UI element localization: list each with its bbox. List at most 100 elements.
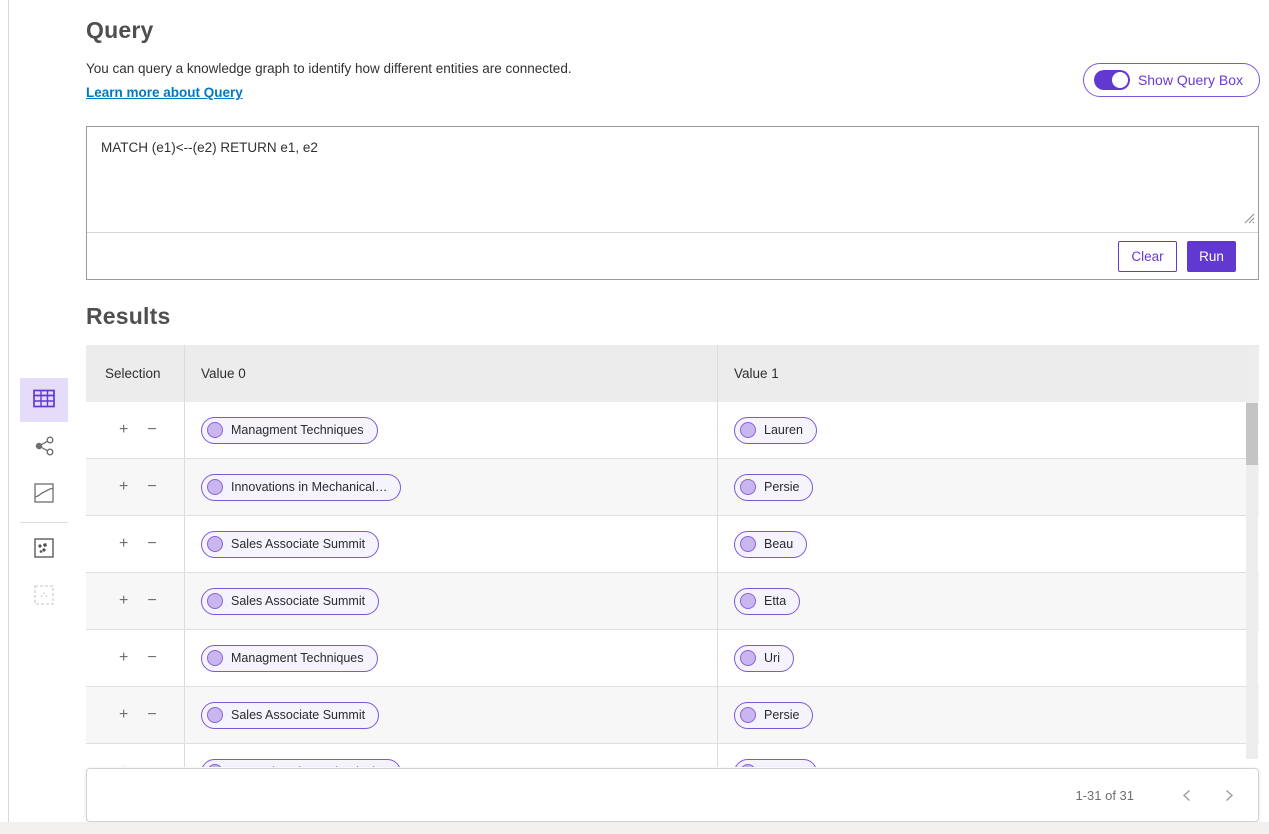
add-selection-button[interactable]: + <box>119 650 128 666</box>
query-editor-area: MATCH (e1)<--(e2) RETURN e1, e2 <box>87 127 1258 233</box>
selection-cell: + − <box>86 459 185 515</box>
entity-node-icon <box>207 707 223 723</box>
add-selection-button[interactable]: + <box>119 422 128 438</box>
value0-cell: Managment Techniques <box>185 402 718 458</box>
page-description: You can query a knowledge graph to ident… <box>86 61 572 76</box>
add-selection-button[interactable]: + <box>119 479 128 495</box>
show-query-box-toggle[interactable]: Show Query Box <box>1083 63 1260 97</box>
table-view-button[interactable] <box>20 378 68 422</box>
value0-cell: Sales Associate Summit <box>185 516 718 572</box>
previous-page-button[interactable] <box>1176 785 1197 806</box>
entity-pill[interactable]: Sales Associate Summit <box>201 702 379 729</box>
table-row: + − Innovations in Mechanical… Lauren <box>86 744 1259 767</box>
toggle-label: Show Query Box <box>1138 72 1243 88</box>
add-selection-button[interactable]: + <box>119 707 128 723</box>
add-selection-button[interactable]: + <box>119 593 128 609</box>
value1-cell: Lauren <box>718 744 1259 767</box>
table-row: + − Sales Associate Summit Etta <box>86 573 1259 630</box>
remove-selection-button[interactable]: − <box>147 593 156 609</box>
entity-label: Lauren <box>764 423 803 437</box>
next-page-button[interactable] <box>1219 785 1240 806</box>
resize-handle-icon[interactable] <box>1244 211 1255 229</box>
query-input[interactable]: MATCH (e1)<--(e2) RETURN e1, e2 <box>87 127 1258 232</box>
map-view-icon <box>34 483 54 506</box>
results-title: Results <box>86 303 170 330</box>
entity-node-icon <box>207 479 223 495</box>
entity-pill[interactable]: Persie <box>734 702 813 729</box>
value1-cell: Persie <box>718 687 1259 743</box>
selection-cell: + − <box>86 516 185 572</box>
entity-node-icon <box>740 764 756 767</box>
entity-pill[interactable]: Beau <box>734 531 807 558</box>
value1-cell: Persie <box>718 459 1259 515</box>
value1-cell: Lauren <box>718 402 1259 458</box>
results-view-sidebar <box>20 378 68 621</box>
table-scrollbar-track[interactable] <box>1246 347 1258 759</box>
remove-selection-button[interactable]: − <box>147 422 156 438</box>
entity-pill[interactable]: Managment Techniques <box>201 645 378 672</box>
remove-selection-button[interactable]: − <box>147 650 156 666</box>
table-scrollbar-thumb[interactable] <box>1246 403 1258 465</box>
map-view-button[interactable] <box>20 472 68 516</box>
entity-node-icon <box>207 764 223 767</box>
results-table: Selection Value 0 Value 1 + − Managment … <box>86 345 1259 767</box>
entity-node-icon <box>740 479 756 495</box>
link-chart-view-icon <box>34 436 55 459</box>
entity-label: Sales Associate Summit <box>231 708 365 722</box>
remove-selection-button[interactable]: − <box>147 479 156 495</box>
entity-pill[interactable]: Lauren <box>734 759 817 768</box>
toggle-switch[interactable] <box>1094 70 1130 90</box>
entity-pill[interactable]: Managment Techniques <box>201 417 378 444</box>
entity-label: Sales Associate Summit <box>231 594 365 608</box>
entity-pill[interactable]: Lauren <box>734 417 817 444</box>
learn-more-link[interactable]: Learn more about Query <box>86 85 243 100</box>
value1-cell: Beau <box>718 516 1259 572</box>
entity-pill[interactable]: Sales Associate Summit <box>201 531 379 558</box>
entity-node-icon <box>740 650 756 666</box>
entity-node-icon <box>207 422 223 438</box>
entity-label: Managment Techniques <box>231 423 364 437</box>
toggle-knob <box>1112 72 1128 88</box>
value0-cell: Innovations in Mechanical… <box>185 459 718 515</box>
entity-node-icon <box>207 650 223 666</box>
run-button[interactable]: Run <box>1187 241 1236 272</box>
entity-pill[interactable]: Persie <box>734 474 813 501</box>
pagination-bar: 1-31 of 31 <box>86 768 1259 822</box>
value1-cell: Etta <box>718 573 1259 629</box>
table-body: + − Managment Techniques Lauren + − Inno… <box>86 402 1259 767</box>
add-selection-button[interactable]: + <box>119 536 128 552</box>
table-row: + − Managment Techniques Uri <box>86 630 1259 687</box>
entity-label: Beau <box>764 537 793 551</box>
link-chart-view-button[interactable] <box>20 425 68 469</box>
value0-cell: Sales Associate Summit <box>185 573 718 629</box>
value0-cell: Innovations in Mechanical… <box>185 744 718 767</box>
entity-label: Uri <box>764 651 780 665</box>
entity-pill[interactable]: Etta <box>734 588 800 615</box>
add-to-map-button[interactable] <box>20 527 68 571</box>
entity-label: Innovations in Mechanical… <box>231 765 387 767</box>
value1-cell: Uri <box>718 630 1259 686</box>
entity-label: Etta <box>764 594 786 608</box>
value0-cell: Sales Associate Summit <box>185 687 718 743</box>
column-header-value0: Value 0 <box>185 345 718 402</box>
panel-divider <box>8 0 9 822</box>
entity-pill[interactable]: Uri <box>734 645 794 672</box>
entity-node-icon <box>740 707 756 723</box>
selection-cell: + − <box>86 573 185 629</box>
entity-pill[interactable]: Sales Associate Summit <box>201 588 379 615</box>
value0-cell: Managment Techniques <box>185 630 718 686</box>
add-to-map-icon <box>34 538 54 561</box>
clear-button[interactable]: Clear <box>1118 241 1177 272</box>
entity-pill[interactable]: Innovations in Mechanical… <box>201 474 401 501</box>
entity-node-icon <box>740 536 756 552</box>
add-selection-button[interactable]: + <box>119 764 128 767</box>
remove-selection-button[interactable]: − <box>147 707 156 723</box>
remove-selection-button[interactable]: − <box>147 536 156 552</box>
table-row: + − Sales Associate Summit Persie <box>86 687 1259 744</box>
entity-label: Lauren <box>764 765 803 767</box>
entity-pill[interactable]: Innovations in Mechanical… <box>201 759 401 768</box>
remove-selection-button[interactable]: − <box>147 764 156 767</box>
page-range-label: 1-31 of 31 <box>1075 788 1134 803</box>
column-header-selection: Selection <box>86 345 185 402</box>
new-link-chart-button[interactable] <box>20 574 68 618</box>
